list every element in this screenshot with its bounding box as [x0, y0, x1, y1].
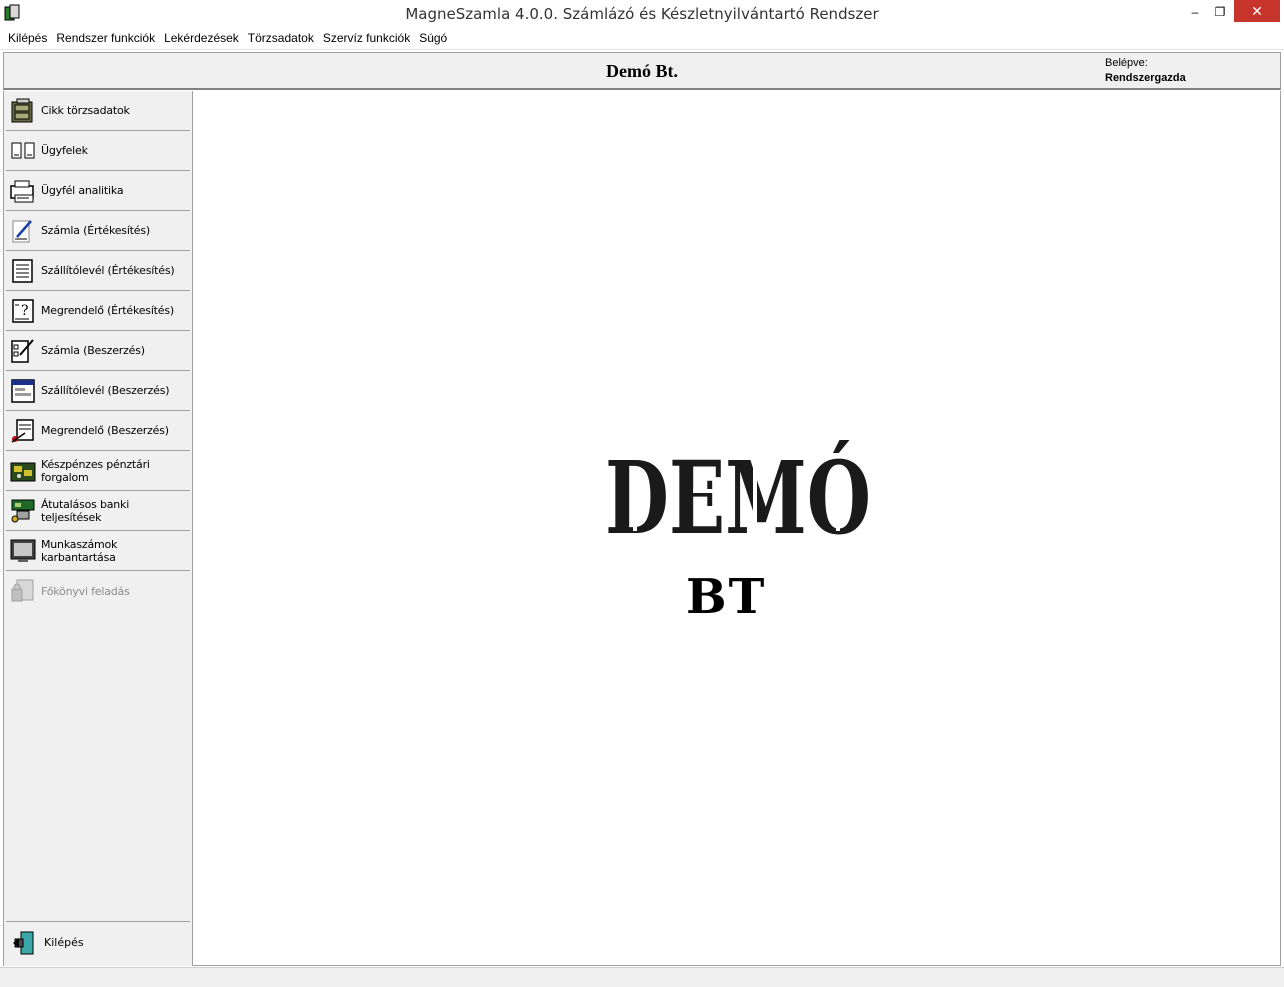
menu-lekerdezesek[interactable]: Lekérdezések	[164, 31, 239, 45]
sidebar-item-szallitolevel-ertekesites[interactable]: Szállítólevél (Értékesítés)	[6, 251, 190, 291]
sidebar-item-label: Megrendelő (Beszerzés)	[41, 424, 169, 437]
window-title: MagneSzamla 4.0.0. Számlázó és Készletny…	[405, 5, 879, 23]
sidebar-item-label: Készpénzes pénztári forgalom	[41, 457, 150, 484]
printer-icon	[10, 180, 34, 202]
menu-szerviz-funkciok[interactable]: Szervíz funkciók	[323, 31, 410, 45]
sidebar-item-label: Megrendelő (Értékesítés)	[41, 304, 174, 317]
restore-icon: ❐	[1214, 5, 1226, 19]
ledger-icon	[11, 579, 34, 602]
clients-icon	[11, 142, 35, 158]
close-button[interactable]: ✕	[1234, 0, 1280, 22]
sidebar-item-label: Munkaszámok karbantartása	[41, 537, 118, 564]
checklist-icon	[11, 338, 34, 363]
close-icon: ✕	[1251, 2, 1263, 19]
sidebar-item-label: Főkönyvi feladás	[41, 584, 130, 598]
monitor-icon	[10, 539, 36, 562]
sidebar-item-label: Szállítólevél (Beszerzés)	[41, 384, 170, 397]
demo-logo: DEMÓ	[605, 439, 871, 541]
sidebar-item-cikk-torzsadatok[interactable]: Cikk törzsadatok	[6, 91, 190, 131]
menu-sugo[interactable]: Súgó	[419, 31, 447, 45]
exit-door-icon	[13, 931, 34, 954]
login-label: Belépve:	[1105, 57, 1148, 69]
sidebar-item-keszpenzes-penztari-forgalom[interactable]: Készpénzes pénztári forgalom	[6, 451, 190, 491]
sidebar: Cikk törzsadatok Ügyfelek Ügyfél analiti…	[3, 91, 193, 966]
clipboard-icon	[11, 418, 34, 443]
title-bar: MagneSzamla 4.0.0. Számlázó és Készletny…	[0, 0, 1284, 26]
sidebar-item-label: Szállítólevél (Értékesítés)	[41, 264, 175, 277]
company-name: Demó Bt.	[606, 61, 678, 81]
sidebar-item-label: Számla (Értékesítés)	[41, 224, 150, 237]
pen-document-icon	[12, 219, 32, 242]
sidebar-item-label: Ügyfelek	[41, 144, 88, 157]
sidebar-item-ugyfelek[interactable]: Ügyfelek	[6, 131, 190, 171]
sidebar-item-ugyfel-analitika[interactable]: Ügyfél analitika	[6, 171, 190, 211]
sidebar-item-fokonyvi-feladas: Főkönyvi feladás	[6, 571, 190, 611]
status-bar	[0, 967, 1284, 987]
restore-button[interactable]: ❐	[1203, 0, 1237, 24]
demo-logo-text: DEMÓ	[605, 439, 871, 541]
sidebar-item-label: Ügyfél analitika	[41, 184, 124, 197]
cash-icon	[10, 462, 36, 481]
demo-logo-subtitle: BT	[686, 569, 767, 625]
exit-button[interactable]: Kilépés	[6, 921, 190, 963]
sidebar-item-szamla-ertekesites[interactable]: Számla (Értékesítés)	[6, 211, 190, 251]
order-icon: ?	[12, 298, 34, 323]
sidebar-item-atutalasos-banki-teljesitesek[interactable]: Átutalásos banki teljesítések	[6, 491, 190, 531]
login-user: Rendszergazda	[1105, 72, 1186, 84]
delivery-note-icon	[12, 258, 33, 283]
menu-bar: Kilépés Rendszer funkciók Lekérdezések T…	[0, 26, 1284, 50]
menu-kilepes[interactable]: Kilépés	[8, 31, 47, 45]
exit-label: Kilépés	[44, 936, 84, 949]
sidebar-item-megrendelo-ertekesites[interactable]: ? Megrendelő (Értékesítés)	[6, 291, 190, 331]
minimize-icon: –	[1191, 5, 1199, 19]
bank-transfer-icon	[11, 499, 35, 522]
form-window-icon	[11, 378, 35, 403]
sidebar-item-label: Átutalásos banki teljesítések	[41, 497, 130, 524]
sidebar-item-szamla-beszerzes[interactable]: Számla (Beszerzés)	[6, 331, 190, 371]
svg-text:?: ?	[21, 303, 29, 319]
sidebar-item-megrendelo-beszerzes[interactable]: Megrendelő (Beszerzés)	[6, 411, 190, 451]
sidebar-item-munkaszamok-karbantartasa[interactable]: Munkaszámok karbantartása	[6, 531, 190, 571]
sidebar-item-label: Cikk törzsadatok	[41, 104, 130, 117]
main-content-area: DEMÓ BT	[193, 91, 1281, 966]
menu-rendszer-funkciok[interactable]: Rendszer funkciók	[56, 31, 155, 45]
cabinet-icon	[11, 98, 33, 122]
sidebar-item-szallitolevel-beszerzes[interactable]: Szállítólevél (Beszerzés)	[6, 371, 190, 411]
company-header: Demó Bt. Belépve: Rendszergazda	[3, 52, 1281, 90]
menu-torzsadatok[interactable]: Törzsadatok	[248, 31, 314, 45]
sidebar-item-label: Számla (Beszerzés)	[41, 344, 145, 357]
